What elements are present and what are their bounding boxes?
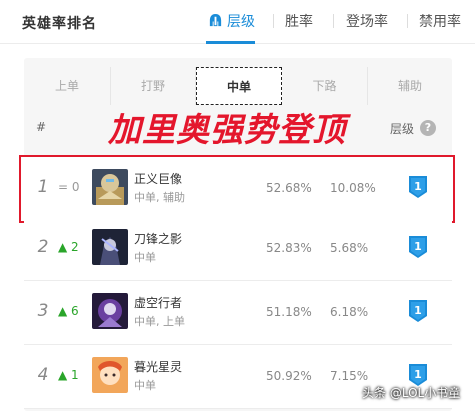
champion-roles: 中单 [134,379,156,392]
tab-pickrate[interactable]: 登场率 [346,11,388,44]
rank-number: 1 [37,177,49,197]
pick-rate: 5.68% [330,241,369,255]
win-rate: 51.18% [266,305,312,319]
tab-tier-label: 层级 [227,14,255,30]
svg-text:1: 1 [414,180,422,193]
tab-winrate[interactable]: 胜率 [285,11,313,44]
win-rate: 52.83% [266,241,312,255]
champion-roles: 中单, 辅助 [134,191,185,204]
help-icon[interactable]: ? [420,120,436,136]
tab-divider [407,14,408,28]
svg-text:1: 1 [414,368,422,381]
watermark: 头条 @LOL小书童 [362,386,461,400]
champion-avatar [92,357,128,393]
position-tab-mid[interactable]: 中单 [196,67,282,105]
win-rate: 50.92% [266,369,312,383]
page-title: 英雄率排名 [22,16,97,32]
overlay-caption: 加里奥强势登顶 [108,110,346,149]
champion-avatar [92,169,128,205]
position-tab-bot[interactable]: 下路 [282,67,368,105]
rank-number: 3 [37,301,49,321]
tab-divider [333,14,334,28]
pick-rate: 6.18% [330,305,369,319]
tier-badge-icon: 1 [409,236,427,258]
champion-avatar [92,293,128,329]
champion-roles: 中单 [134,251,156,264]
rank-change: ▲ 6 [58,304,79,318]
champion-name: 正义巨像 [134,172,183,186]
tier-column-header: 层级 [390,122,415,136]
position-tabs: 上单 打野 中单 下路 辅助 [24,67,452,105]
rank-number: 4 [37,365,49,385]
position-tab-jungle[interactable]: 打野 [111,67,196,105]
table-row[interactable]: 3 ▲ 6 虚空行者 中单, 上单 51.18% 6.18% 1 [24,281,452,345]
table-row[interactable]: 2 ▲ 2 刀锋之影 中单 52.83% 5.68% 1 [24,217,452,281]
rank-change: = 0 [58,180,80,194]
win-rate: 52.68% [266,181,312,195]
champion-name: 暮光星灵 [134,360,183,374]
pick-rate: 10.08% [330,181,376,195]
rank-change: ▲ 1 [58,368,79,382]
position-tab-support[interactable]: 辅助 [368,67,452,105]
helmet-icon [209,13,222,27]
position-tab-top[interactable]: 上单 [24,67,111,105]
top-bar: 英雄率排名 层级 胜率 登场率 禁用率 [0,0,475,44]
rank-change: ▲ 2 [58,240,79,254]
champion-name: 虚空行者 [134,296,183,310]
svg-text:1: 1 [414,240,422,253]
champion-avatar [92,229,128,265]
tier-badge-icon: 1 [409,176,427,198]
champion-roles: 中单, 上单 [134,315,185,328]
rank-number: 2 [37,237,49,257]
champion-name: 刀锋之影 [134,232,183,246]
rank-column-header: # [36,120,47,134]
tab-tier[interactable]: 层级 [206,11,255,44]
pick-rate: 7.15% [330,369,369,383]
svg-text:1: 1 [414,304,422,317]
table-row[interactable]: 1 = 0 正义巨像 中单, 辅助 52.68% 10.08% 1 [19,155,455,223]
tier-badge-icon: 1 [409,300,427,322]
tab-banrate[interactable]: 禁用率 [419,11,461,44]
tab-divider [273,14,274,28]
